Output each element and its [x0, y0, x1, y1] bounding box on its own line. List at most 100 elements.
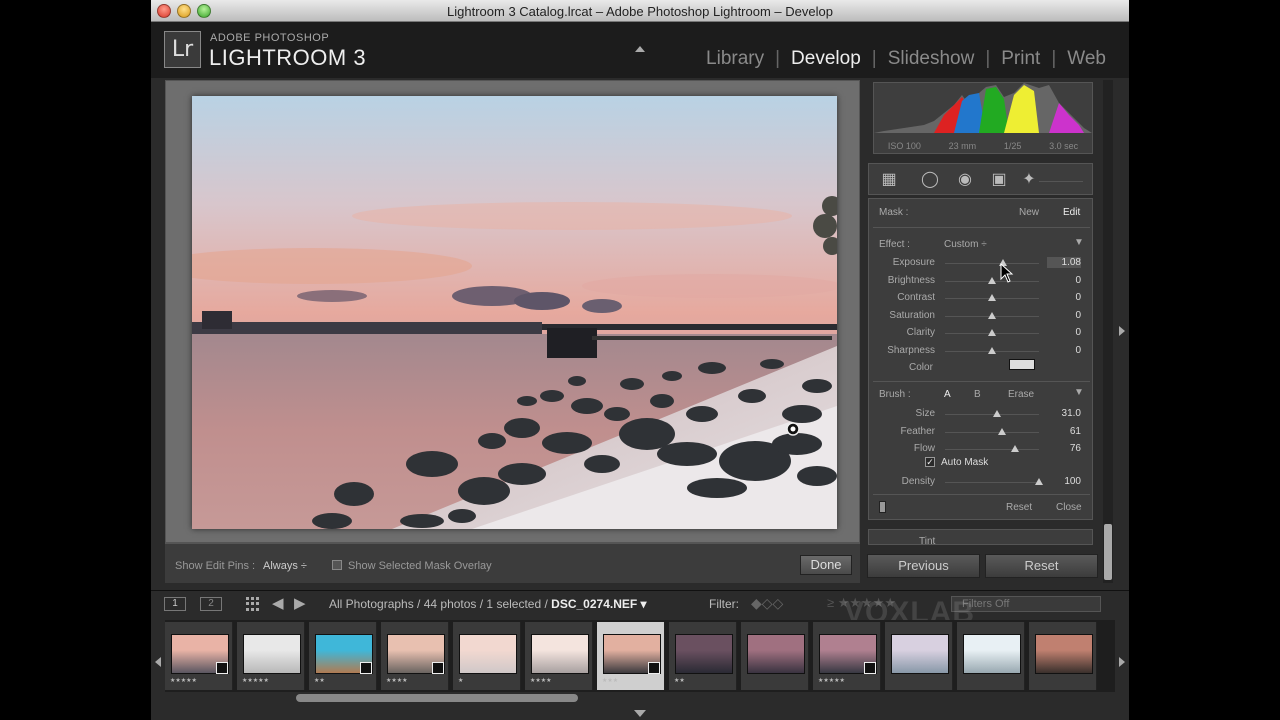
develop-badge-icon[interactable] — [360, 662, 372, 674]
slider-label: Clarity — [906, 327, 935, 338]
module-slideshow[interactable]: Slideshow — [885, 48, 978, 70]
effect-preset-select[interactable]: Custom ÷ — [944, 239, 987, 250]
slider-value[interactable]: 0 — [1047, 327, 1081, 338]
slider-value[interactable]: 0 — [1047, 345, 1081, 356]
filmstrip-thumbnail[interactable] — [1029, 622, 1097, 690]
slider-value[interactable]: 1.08 — [1047, 257, 1081, 268]
slider-label: Size — [915, 408, 935, 419]
show-mask-overlay-checkbox[interactable] — [332, 560, 342, 570]
focal-length-readout: 23 mm — [948, 141, 977, 151]
module-library[interactable]: Library — [703, 48, 767, 70]
filmstrip-thumbnail[interactable] — [741, 622, 809, 690]
edit-pins-select[interactable]: Always ÷ — [263, 560, 307, 572]
mask-edit-button[interactable]: Edit — [1063, 207, 1080, 218]
filmstrip-thumbnail[interactable]: ★★★★ — [525, 622, 593, 690]
graduated-filter-icon[interactable]: ▣ — [989, 170, 1009, 190]
second-window-button[interactable]: 2 — [200, 597, 222, 611]
arrow-left-icon[interactable]: ◀ — [272, 594, 284, 612]
selected-filename[interactable]: DSC_0274.NEF ▾ — [551, 597, 646, 611]
module-print[interactable]: Print — [998, 48, 1043, 70]
title-bar: Lightroom 3 Catalog.lrcat – Adobe Photos… — [151, 0, 1129, 22]
panel-close-button[interactable]: Close — [1056, 502, 1082, 513]
source-indicator[interactable]: All Photographs / 44 photos / 1 selected… — [329, 597, 647, 611]
collapse-top-panel-icon[interactable] — [635, 46, 645, 52]
develop-badge-icon[interactable] — [432, 662, 444, 674]
arrow-right-icon[interactable]: ▶ — [294, 594, 306, 612]
panel-reset-button[interactable]: Reset — [1006, 502, 1032, 513]
collapse-filmstrip-icon[interactable] — [634, 710, 646, 717]
slider-value[interactable]: 61 — [1047, 426, 1081, 437]
module-web[interactable]: Web — [1064, 48, 1109, 70]
spot-removal-icon[interactable]: ◯ — [920, 170, 940, 190]
right-panel-scrollbar[interactable] — [1103, 80, 1113, 583]
slider-track[interactable] — [945, 482, 1039, 483]
slider-thumb[interactable] — [988, 329, 996, 336]
scrollbar-thumb[interactable] — [1104, 524, 1112, 580]
filmstrip-thumbnail[interactable] — [957, 622, 1025, 690]
filmstrip-thumbnail[interactable]: ★ — [453, 622, 521, 690]
slider-thumb[interactable] — [988, 346, 996, 354]
slider-track[interactable] — [945, 431, 1039, 433]
slider-thumb[interactable] — [992, 410, 1001, 417]
effect-collapse-icon[interactable]: ▼ — [1074, 237, 1084, 248]
filmstrip-thumbnail[interactable]: ★★ — [309, 622, 377, 690]
brush-erase-button[interactable]: Erase — [1008, 389, 1034, 400]
slider-thumb[interactable] — [988, 294, 996, 301]
slider-value[interactable]: 0 — [1047, 275, 1081, 286]
filmstrip-thumbnail[interactable]: ★★★★★ — [237, 622, 305, 690]
slider-value[interactable]: 100 — [1047, 476, 1081, 487]
filmstrip-thumbnail[interactable]: ★★ — [669, 622, 737, 690]
previous-button[interactable]: Previous — [867, 554, 980, 578]
brand-title: LIGHTROOM 3 — [209, 45, 367, 70]
slider-value[interactable]: 0 — [1047, 310, 1081, 321]
develop-toolbar: Show Edit Pins : Always ÷ Show Selected … — [165, 543, 860, 583]
color-swatch[interactable] — [1009, 359, 1035, 370]
photo-viewer[interactable] — [165, 80, 860, 543]
slider-value[interactable]: 0 — [1047, 292, 1081, 303]
slider-track[interactable] — [945, 449, 1039, 450]
filmstrip-thumbnail[interactable]: ★★★★★ — [165, 622, 233, 690]
slider-thumb[interactable] — [988, 276, 996, 284]
adjustment-brush-icon[interactable]: ✦ — [1019, 170, 1039, 190]
thumbnail-image — [1035, 634, 1093, 674]
main-window-button[interactable]: 1 — [164, 597, 186, 611]
slider-value[interactable]: 76 — [1047, 443, 1081, 454]
slider-thumb[interactable] — [1035, 478, 1043, 485]
filmstrip-thumbnail[interactable]: ★★★ — [597, 622, 665, 690]
photo-image[interactable] — [192, 96, 837, 529]
filmstrip-scrollbar[interactable] — [296, 694, 578, 702]
filmstrip-right-arrow-icon[interactable] — [1119, 657, 1125, 667]
reset-button[interactable]: Reset — [985, 554, 1098, 578]
slider-track[interactable] — [945, 263, 1039, 264]
mask-new-button[interactable]: New — [1019, 207, 1039, 218]
develop-badge-icon[interactable] — [864, 662, 876, 674]
brush-collapse-icon[interactable]: ▼ — [1074, 387, 1084, 398]
red-eye-icon[interactable]: ◉ — [955, 170, 975, 190]
slider-thumb[interactable] — [1010, 445, 1019, 452]
mouse-cursor-icon — [1000, 263, 1014, 283]
show-mask-overlay-label: Show Selected Mask Overlay — [348, 560, 492, 572]
panel-switch-icon[interactable] — [879, 501, 886, 513]
collapse-left-panel-icon[interactable] — [155, 657, 161, 667]
develop-badge-icon[interactable] — [648, 662, 660, 674]
module-separator: | — [985, 48, 991, 69]
brush-a-button[interactable]: A — [944, 389, 951, 400]
grid-view-icon[interactable] — [246, 597, 260, 611]
slider-value[interactable]: 31.0 — [1047, 408, 1081, 419]
flag-filter[interactable]: ◆◇◇ — [751, 595, 783, 612]
develop-badge-icon[interactable] — [216, 662, 228, 674]
divider — [873, 227, 1090, 228]
brush-b-button[interactable]: B — [974, 389, 981, 400]
module-develop[interactable]: Develop — [788, 48, 864, 70]
crop-overlay-icon[interactable]: ▦ — [879, 170, 899, 190]
collapse-right-panel-icon[interactable] — [1119, 326, 1125, 336]
slider-thumb[interactable] — [998, 427, 1007, 435]
camera-info: ISO 100 23 mm 1/25 3.0 sec — [874, 141, 1092, 151]
filmstrip-thumbnail[interactable]: ★★★★ — [381, 622, 449, 690]
slider-thumb[interactable] — [988, 311, 996, 319]
filmstrip-thumbnail[interactable] — [885, 622, 953, 690]
auto-mask-checkbox[interactable]: ✓ — [925, 457, 935, 467]
divider — [873, 494, 1090, 495]
filmstrip-thumbnail[interactable]: ★★★★★ — [813, 622, 881, 690]
done-button[interactable]: Done — [800, 555, 852, 575]
